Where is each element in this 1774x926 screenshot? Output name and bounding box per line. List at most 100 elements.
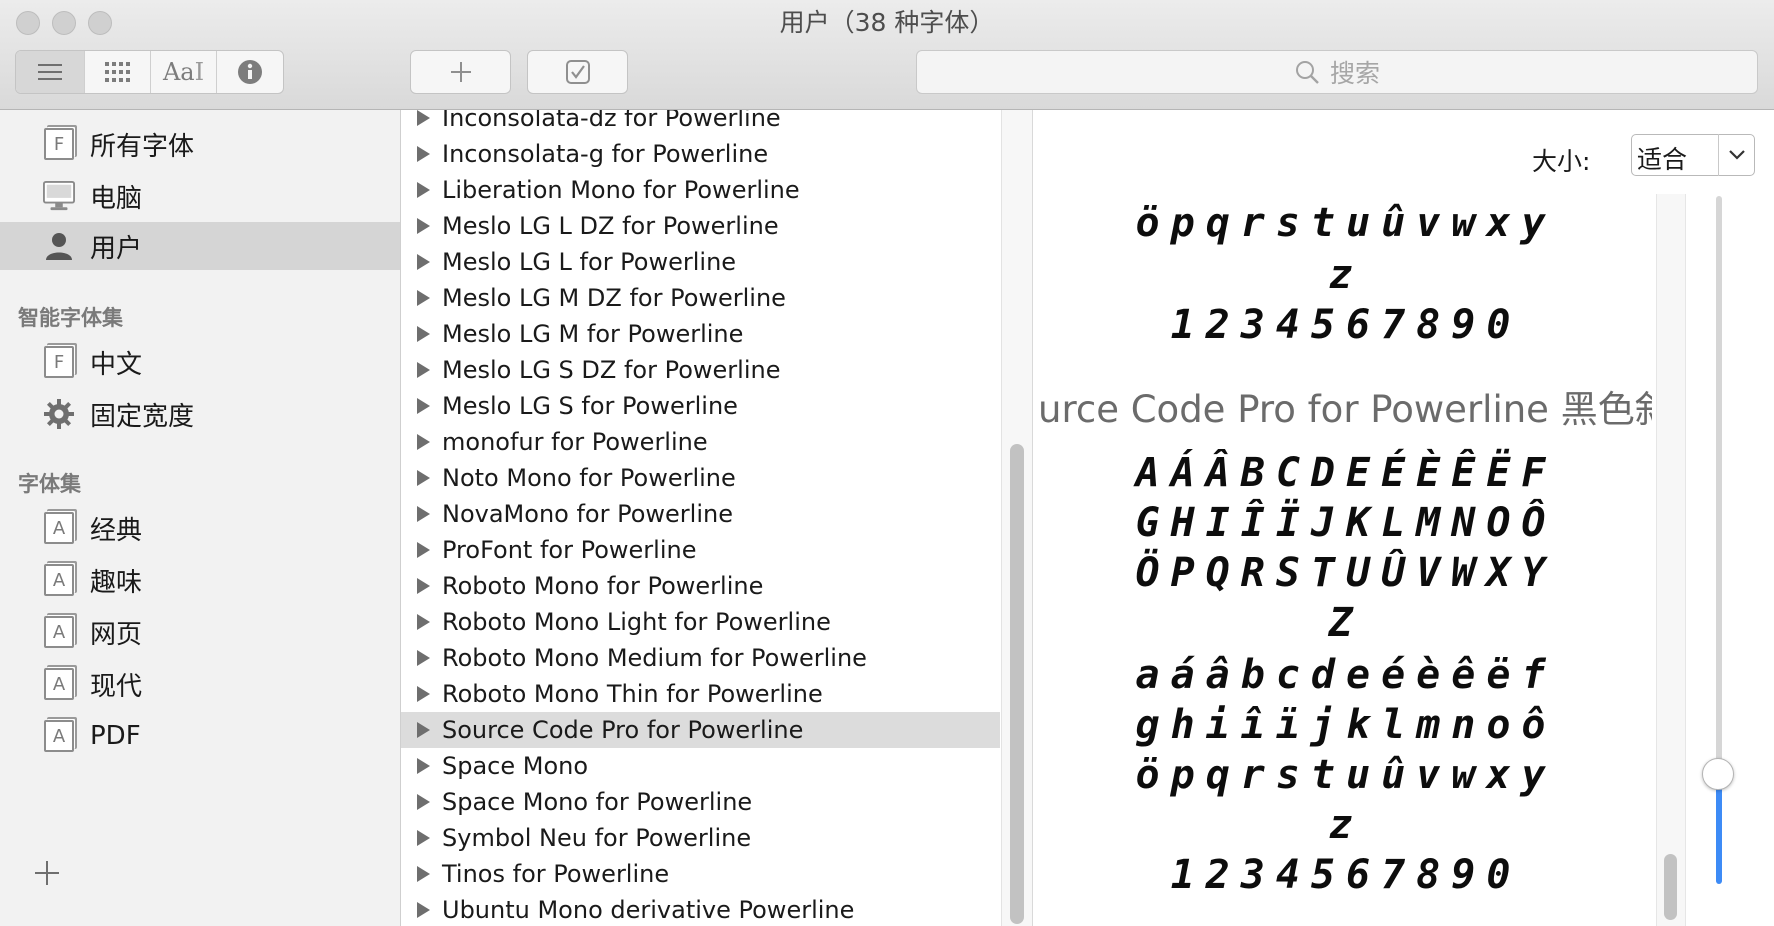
disclosure-triangle-icon[interactable]	[417, 542, 430, 558]
preview-scrollbar[interactable]	[1656, 194, 1686, 926]
sidebar-item-fixed-width[interactable]: 固定宽度	[0, 390, 400, 438]
info-icon	[238, 60, 262, 84]
sidebar: F 所有字体 电脑 用户 智能字体集 F 中文 固定宽度 字体集 A 经典 A …	[0, 110, 401, 926]
font-list-row[interactable]: Roboto Mono for Powerline	[401, 568, 1000, 604]
sidebar-item-pdf[interactable]: A PDF	[0, 712, 400, 760]
font-list-row[interactable]: Meslo LG M for Powerline	[401, 316, 1000, 352]
disclosure-triangle-icon[interactable]	[417, 362, 430, 378]
font-list-row[interactable]: Roboto Mono Light for Powerline	[401, 604, 1000, 640]
view-mode-segmented-control: Aa I	[15, 50, 284, 94]
sidebar-item-chinese[interactable]: F 中文	[0, 338, 400, 386]
sidebar-item-classic[interactable]: A 经典	[0, 504, 400, 552]
size-slider-knob[interactable]	[1702, 757, 1734, 790]
font-family-name: Noto Mono for Powerline	[442, 464, 736, 492]
window-title: 用户（38 种字体）	[779, 8, 995, 37]
preview-glyph-line: aáâbcdeéèêëf	[1135, 652, 1557, 698]
preview-glyph-line: z	[1328, 252, 1364, 298]
search-placeholder: 搜索	[1329, 59, 1380, 88]
sidebar-item-computer[interactable]: 电脑	[0, 172, 400, 220]
disclosure-triangle-icon[interactable]	[417, 254, 430, 270]
font-list-row[interactable]: Source Code Pro for Powerline	[401, 712, 1000, 748]
disclosure-triangle-icon[interactable]	[417, 434, 430, 450]
size-select-arrow[interactable]	[1718, 134, 1755, 176]
preview-font-heading: urce Code Pro for Powerline 黑色斜体	[1038, 388, 1652, 431]
font-library-icon: F	[43, 345, 75, 379]
window-toolbar: 用户（38 种字体） Aa I 搜索	[0, 0, 1774, 110]
font-list-row[interactable]: Meslo LG L for Powerline	[401, 244, 1000, 280]
disclosure-triangle-icon[interactable]	[417, 470, 430, 486]
disclosure-triangle-icon[interactable]	[417, 758, 430, 774]
gear-icon	[43, 397, 75, 431]
font-family-name: NovaMono for Powerline	[442, 500, 733, 528]
font-list-row[interactable]: Roboto Mono Medium for Powerline	[401, 640, 1000, 676]
disclosure-triangle-icon[interactable]	[417, 398, 430, 414]
preview-glyph-line: öpqrstuûvwxy	[1135, 752, 1557, 798]
disclosure-triangle-icon[interactable]	[417, 794, 430, 810]
font-list-row[interactable]: ProFont for Powerline	[401, 532, 1000, 568]
font-list-row[interactable]: Meslo LG S DZ for Powerline	[401, 352, 1000, 388]
disclosure-triangle-icon[interactable]	[417, 326, 430, 342]
disclosure-triangle-icon[interactable]	[417, 866, 430, 882]
search-input[interactable]: 搜索	[916, 50, 1758, 94]
font-list-row[interactable]: Liberation Mono for Powerline	[401, 172, 1000, 208]
preview-glyph-line: ghiîïjklmnoô	[1135, 702, 1557, 748]
disclosure-triangle-icon[interactable]	[417, 902, 430, 918]
sidebar-item-label: 网页	[90, 619, 143, 650]
disclosure-triangle-icon[interactable]	[417, 614, 430, 630]
font-list-row[interactable]: Space Mono for Powerline	[401, 784, 1000, 820]
font-list-row[interactable]: Noto Mono for Powerline	[401, 460, 1000, 496]
plus-icon	[450, 62, 471, 82]
font-list-row[interactable]: Inconsolata-g for Powerline	[401, 136, 1000, 172]
checkbox-icon	[565, 60, 590, 84]
disclosure-triangle-icon[interactable]	[417, 182, 430, 198]
sidebar-item-all-fonts[interactable]: F 所有字体	[0, 120, 400, 168]
preview-scroll-thumb[interactable]	[1664, 854, 1677, 920]
font-list-row[interactable]: Meslo LG L DZ for Powerline	[401, 208, 1000, 244]
font-list-row[interactable]: Meslo LG S for Powerline	[401, 388, 1000, 424]
sidebar-item-label: 电脑	[90, 183, 143, 214]
disclosure-triangle-icon[interactable]	[417, 578, 430, 594]
sidebar-item-web[interactable]: A 网页	[0, 608, 400, 656]
font-list-row[interactable]: Meslo LG M DZ for Powerline	[401, 280, 1000, 316]
size-slider-track[interactable]	[1716, 196, 1722, 774]
add-font-button[interactable]	[410, 50, 511, 94]
disclosure-triangle-icon[interactable]	[417, 650, 430, 666]
info-button[interactable]	[217, 51, 283, 93]
font-family-name: Source Code Pro for Powerline	[442, 716, 804, 744]
disclosure-triangle-icon[interactable]	[417, 830, 430, 846]
font-list-scroll-thumb[interactable]	[1010, 444, 1024, 924]
disclosure-triangle-icon[interactable]	[417, 686, 430, 702]
list-view-button[interactable]	[16, 51, 85, 93]
add-collection-button[interactable]	[34, 858, 60, 892]
font-list-row[interactable]: monofur for Powerline	[401, 424, 1000, 460]
sidebar-item-user[interactable]: 用户	[0, 222, 400, 270]
list-view-icon	[38, 64, 62, 80]
font-family-name: Meslo LG M DZ for Powerline	[442, 284, 786, 312]
smart-collections-header: 智能字体集	[18, 306, 123, 330]
sidebar-item-label: 用户	[90, 233, 143, 264]
disclosure-triangle-icon[interactable]	[417, 218, 430, 234]
font-list-row[interactable]: Ubuntu Mono derivative Powerline	[401, 892, 1000, 926]
font-list-row[interactable]: Roboto Mono Thin for Powerline	[401, 676, 1000, 712]
disclosure-triangle-icon[interactable]	[417, 110, 430, 126]
sample-text-button[interactable]: Aa I	[151, 51, 217, 93]
font-list-row[interactable]: Symbol Neu for Powerline	[401, 820, 1000, 856]
grid-view-button[interactable]	[85, 51, 151, 93]
sidebar-item-modern[interactable]: A 现代	[0, 660, 400, 708]
disclosure-triangle-icon[interactable]	[417, 506, 430, 522]
font-family-name: Ubuntu Mono derivative Powerline	[442, 896, 855, 924]
preview-glyph-line: GHIÎÏJKLMNOÔ	[1135, 500, 1557, 546]
disclosure-triangle-icon[interactable]	[417, 290, 430, 306]
sidebar-item-fun[interactable]: A 趣味	[0, 556, 400, 604]
disclosure-triangle-icon[interactable]	[417, 146, 430, 162]
sidebar-item-label: 经典	[90, 515, 143, 546]
font-list-row[interactable]: Tinos for Powerline	[401, 856, 1000, 892]
font-list-row[interactable]: Inconsolata-dz for Powerline	[401, 110, 1000, 136]
validate-font-button[interactable]	[527, 50, 628, 94]
collection-icon: A	[43, 719, 75, 753]
sidebar-item-label: 现代	[90, 671, 143, 702]
font-family-name: ProFont for Powerline	[442, 536, 697, 564]
font-list-row[interactable]: Space Mono	[401, 748, 1000, 784]
disclosure-triangle-icon[interactable]	[417, 722, 430, 738]
font-list-row[interactable]: NovaMono for Powerline	[401, 496, 1000, 532]
